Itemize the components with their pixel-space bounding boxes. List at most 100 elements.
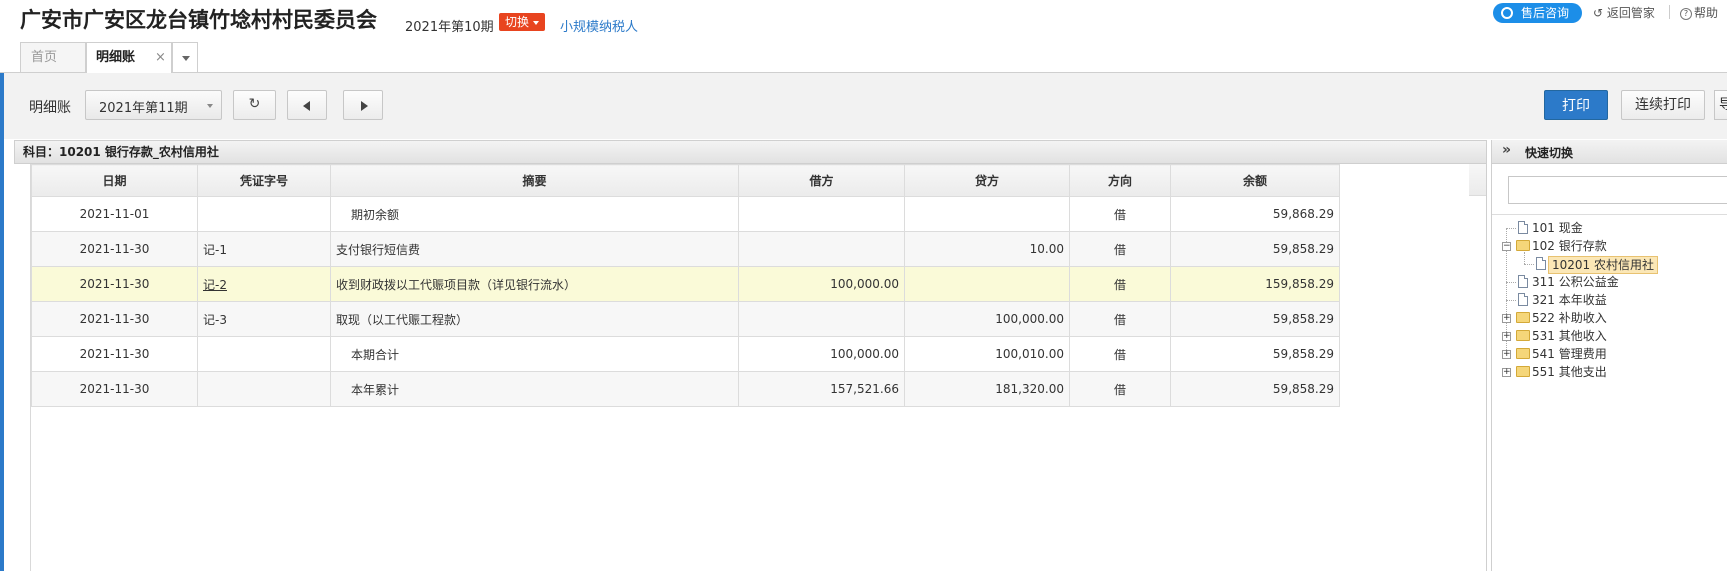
- table-row[interactable]: 2021-11-30 本年累计 157,521.66 181,320.00 借 …: [31, 371, 1340, 407]
- expand-icon[interactable]: +: [1502, 314, 1511, 323]
- row-gutter: [14, 164, 31, 571]
- col-header-voucher[interactable]: 凭证字号: [197, 164, 331, 197]
- tab-ledger[interactable]: 明细账 ×: [86, 42, 172, 73]
- table-row[interactable]: 2021-11-01 期初余额 借 59,868.29: [31, 196, 1340, 232]
- consult-label: 售后咨询: [1521, 6, 1570, 20]
- cell-voucher: [197, 371, 331, 407]
- current-period: 2021年第10期: [405, 20, 494, 35]
- tree-item-label: 541 管理费用: [1532, 347, 1607, 361]
- chevron-down-icon: [207, 104, 213, 108]
- expand-icon[interactable]: +: [1502, 368, 1511, 377]
- header: 广安市广安区龙台镇竹埝村村民委员会 2021年第10期 切换 小规模纳税人 售后…: [0, 0, 1727, 40]
- table-row[interactable]: 2021-11-30 记-3 取现（以工代赈工程款） 100,000.00 借 …: [31, 301, 1340, 337]
- toolbar-label: 明细账: [29, 100, 71, 116]
- cell-balance: 59,858.29: [1170, 231, 1340, 267]
- period-select-value: 2021年第11期: [99, 101, 188, 116]
- quick-switch-search-input[interactable]: [1508, 176, 1727, 204]
- folder-icon: [1516, 240, 1530, 251]
- cell-voucher: [197, 336, 331, 372]
- header-divider: [1669, 5, 1670, 19]
- folder-icon: [1516, 330, 1530, 341]
- cell-date: 2021-11-30: [31, 371, 198, 407]
- cell-direction: 借: [1069, 301, 1171, 337]
- tree-item-label: 551 其他支出: [1532, 365, 1607, 379]
- cell-debit: [738, 301, 905, 337]
- cell-credit: [904, 266, 1070, 302]
- tree-item-label: 101 现金: [1532, 221, 1583, 235]
- taxpayer-type-link[interactable]: 小规模纳税人: [560, 16, 638, 35]
- export-button[interactable]: 导: [1714, 90, 1727, 120]
- expand-icon[interactable]: +: [1502, 332, 1511, 341]
- print-button[interactable]: 打印: [1544, 90, 1608, 120]
- col-header-balance[interactable]: 余额: [1170, 164, 1340, 197]
- document-icon: [1518, 293, 1528, 306]
- cell-voucher: 记-1: [197, 231, 331, 267]
- cell-summary: 收到财政拨以工代赈项目款（详见银行流水）: [330, 266, 739, 302]
- table-header-row: 日期 凭证字号 摘要 借方 贷方 方向 余额: [31, 164, 1340, 197]
- tab-home[interactable]: 首页: [20, 42, 86, 72]
- cell-summary: 本年累计: [330, 371, 739, 407]
- tab-more-dropdown[interactable]: [172, 42, 198, 72]
- tree-item-label: 531 其他收入: [1532, 329, 1607, 343]
- table-row-selected[interactable]: 2021-11-30 记-2 收到财政拨以工代赈项目款（详见银行流水） 100,…: [31, 266, 1340, 302]
- quick-switch-header: » 快速切换: [1492, 140, 1727, 164]
- table-row[interactable]: 2021-11-30 本期合计 100,000.00 100,010.00 借 …: [31, 336, 1340, 372]
- cell-date: 2021-11-01: [31, 196, 198, 232]
- refresh-button[interactable]: ↻: [233, 90, 276, 120]
- switch-period-button[interactable]: 切换: [499, 13, 546, 31]
- cell-summary: 本期合计: [330, 336, 739, 372]
- subject-title: 科目：10201 银行存款_农村信用社: [14, 140, 1487, 164]
- cell-debit: [738, 231, 905, 267]
- cell-debit: 157,521.66: [738, 371, 905, 407]
- help-label: 帮助: [1694, 6, 1719, 20]
- cell-date: 2021-11-30: [31, 266, 198, 302]
- next-period-button[interactable]: [343, 90, 383, 120]
- cell-debit: 100,000.00: [738, 336, 905, 372]
- undo-arrow-icon: ↺: [1593, 6, 1604, 20]
- cell-voucher: 记-2: [197, 266, 331, 302]
- back-to-manager-link[interactable]: ↺ 返回管家: [1593, 4, 1655, 21]
- col-header-date[interactable]: 日期: [31, 164, 198, 197]
- quick-switch-divider: [1492, 214, 1727, 215]
- cell-debit: [738, 196, 905, 232]
- period-select[interactable]: 2021年第11期: [85, 90, 222, 120]
- col-header-summary[interactable]: 摘要: [330, 164, 739, 197]
- cell-direction: 借: [1069, 266, 1171, 302]
- help-link[interactable]: ? 帮助: [1680, 4, 1718, 21]
- collapse-icon[interactable]: −: [1502, 242, 1511, 251]
- voucher-link[interactable]: 记-2: [203, 278, 227, 292]
- folder-icon: [1516, 348, 1530, 359]
- cell-credit: 100,010.00: [904, 336, 1070, 372]
- continuous-print-button[interactable]: 连续打印: [1621, 90, 1705, 120]
- refresh-icon: ↻: [248, 96, 261, 112]
- chevron-down-icon: [533, 20, 540, 25]
- cell-credit: [904, 196, 1070, 232]
- cell-direction: 借: [1069, 371, 1171, 407]
- tree-item-label: 522 补助收入: [1532, 311, 1607, 325]
- cell-balance: 59,858.29: [1170, 336, 1340, 372]
- headset-icon: [1501, 7, 1513, 19]
- tree-line: [1506, 300, 1516, 301]
- tab-bar: 首页 明细账 ×: [0, 40, 1727, 73]
- document-icon: [1518, 275, 1528, 288]
- col-header-credit[interactable]: 贷方: [904, 164, 1070, 197]
- tree-item-label: 102 银行存款: [1532, 239, 1607, 253]
- cell-summary: 期初余额: [330, 196, 739, 232]
- collapse-panel-icon[interactable]: »: [1502, 142, 1511, 158]
- header-scroll-gap: [1469, 164, 1486, 196]
- col-header-debit[interactable]: 借方: [738, 164, 905, 197]
- after-sales-consult-button[interactable]: 售后咨询: [1493, 3, 1582, 23]
- expand-icon[interactable]: +: [1502, 350, 1511, 359]
- triangle-left-icon: [303, 101, 310, 111]
- cell-voucher: [197, 196, 331, 232]
- cell-credit: 10.00: [904, 231, 1070, 267]
- table-row[interactable]: 2021-11-30 记-1 支付银行短信费 10.00 借 59,858.29: [31, 231, 1340, 267]
- previous-period-button[interactable]: [287, 90, 327, 120]
- document-icon: [1518, 221, 1528, 234]
- tree-item-label-selected: 10201 农村信用社: [1548, 256, 1658, 274]
- close-icon[interactable]: ×: [155, 43, 166, 73]
- cell-summary: 取现（以工代赈工程款）: [330, 301, 739, 337]
- tab-home-label: 首页: [31, 50, 58, 65]
- cell-balance: 159,858.29: [1170, 266, 1340, 302]
- col-header-direction[interactable]: 方向: [1069, 164, 1171, 197]
